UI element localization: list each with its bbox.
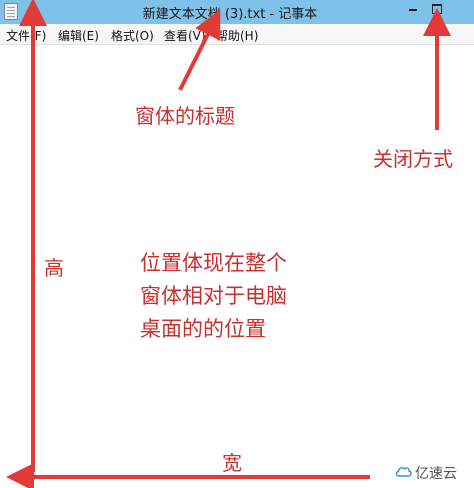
annotation-height: 高 <box>44 256 64 280</box>
position-line-1: 位置体现在整个 <box>140 251 287 275</box>
window-title: 新建文本文档 (3).txt - 记事本 <box>142 7 318 22</box>
watermark-text: 亿速云 <box>415 466 457 482</box>
annotation-width: 宽 <box>222 451 242 475</box>
annotation-close-method: 关闭方式 <box>373 147 453 171</box>
annotation-position-description: 位置体现在整个 窗体相对于电脑 桌面的的位置 <box>140 247 287 346</box>
menu-view[interactable]: 查看(V) <box>164 27 206 44</box>
maximize-button[interactable] <box>426 0 448 20</box>
menu-help[interactable]: 帮助(H) <box>216 27 258 44</box>
menu-file[interactable]: 文件(F) <box>6 27 46 44</box>
menu-edit[interactable]: 编辑(E) <box>58 27 99 44</box>
cloud-logo-icon <box>395 467 412 477</box>
minimize-icon <box>409 9 417 11</box>
minimize-button[interactable] <box>402 0 424 20</box>
position-line-2: 窗体相对于电脑 <box>140 284 287 308</box>
menu-bar: 文件(F) 编辑(E) 格式(O) 查看(V) 帮助(H) <box>0 24 474 45</box>
notepad-app-icon[interactable] <box>4 3 18 20</box>
menu-format[interactable]: 格式(O) <box>111 27 154 44</box>
annotation-window-title: 窗体的标题 <box>135 104 235 128</box>
notepad-window: 新建文本文档 (3).txt - 记事本 文件(F) 编辑(E) 格式(O) 查… <box>0 0 474 488</box>
position-line-3: 桌面的的位置 <box>140 317 266 341</box>
maximize-icon <box>432 4 442 14</box>
title-bar[interactable]: 新建文本文档 (3).txt - 记事本 <box>0 0 474 24</box>
